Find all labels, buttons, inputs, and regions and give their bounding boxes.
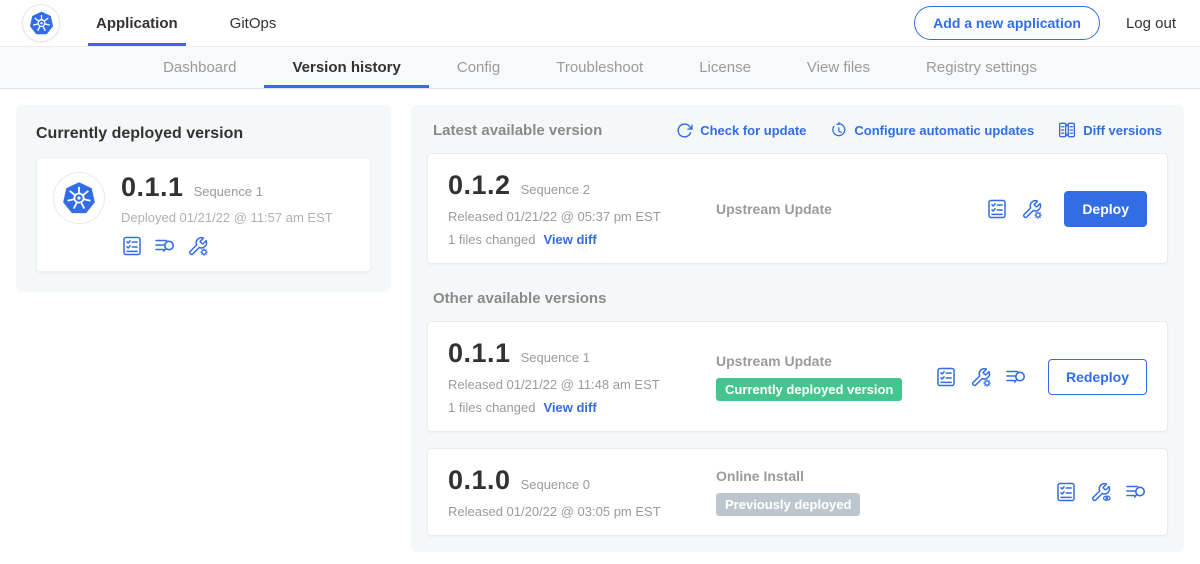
subnav-tab-license[interactable]: License — [671, 47, 779, 88]
version-number: 0.1.0 — [448, 465, 511, 496]
version-actions: Check for update Configure automatic upd… — [676, 121, 1162, 139]
other-versions-title: Other available versions — [433, 290, 1162, 307]
version-info: 0.1.1 Sequence 1 Released 01/21/22 @ 11:… — [448, 338, 700, 415]
add-new-application-button[interactable]: Add a new application — [914, 6, 1100, 40]
version-number: 0.1.2 — [448, 170, 511, 201]
subnav-tab-config[interactable]: Config — [429, 47, 528, 88]
preflight-results-icon[interactable] — [1005, 366, 1027, 388]
subnav-tab-version-history[interactable]: Version history — [264, 47, 428, 88]
currently-deployed-badge: Currently deployed version — [716, 378, 902, 401]
subnav-tab-view-files[interactable]: View files — [779, 47, 898, 88]
tab-gitops[interactable]: GitOps — [222, 0, 285, 46]
version-row-0-1-0: 0.1.0 Sequence 0 Released 01/20/22 @ 03:… — [427, 448, 1168, 536]
version-source: Upstream Update Currently deployed versi… — [700, 353, 935, 401]
release-notes-icon[interactable] — [935, 366, 957, 388]
tab-application[interactable]: Application — [88, 0, 186, 46]
files-changed-label: 1 files changed — [448, 400, 535, 415]
deployed-timestamp: Deployed 01/21/22 @ 11:57 am EST — [121, 210, 333, 225]
topbar-right: Add a new application Log out — [914, 0, 1176, 46]
subnav-tab-dashboard[interactable]: Dashboard — [135, 47, 264, 88]
sequence-label: Sequence 2 — [521, 182, 590, 197]
app-subnav: Dashboard Version history Config Trouble… — [0, 46, 1200, 89]
latest-version-title: Latest available version — [433, 122, 602, 139]
source-label: Upstream Update — [716, 201, 986, 217]
view-diff-link[interactable]: View diff — [543, 232, 596, 247]
app-logo — [53, 172, 105, 224]
preflight-results-icon[interactable] — [1125, 481, 1147, 503]
deployed-action-icons — [121, 235, 333, 257]
check-for-update-link[interactable]: Check for update — [676, 122, 806, 139]
logout-button[interactable]: Log out — [1126, 15, 1176, 32]
sequence-label: Sequence 0 — [521, 477, 590, 492]
deploy-button[interactable]: Deploy — [1064, 191, 1147, 227]
version-info: 0.1.2 Sequence 2 Released 01/21/22 @ 05:… — [448, 170, 700, 247]
preflight-results-icon[interactable] — [154, 235, 176, 257]
version-source: Upstream Update — [700, 201, 986, 217]
check-for-update-label: Check for update — [700, 123, 806, 138]
deployed-sequence-label: Sequence 1 — [194, 184, 263, 199]
top-tabs: Application GitOps — [88, 0, 284, 46]
currently-deployed-card: Currently deployed version — [16, 105, 391, 292]
kubernetes-logo — [22, 4, 60, 42]
deployed-card-title: Currently deployed version — [36, 125, 371, 143]
released-timestamp: Released 01/21/22 @ 05:37 pm EST — [448, 209, 700, 224]
version-info: 0.1.0 Sequence 0 Released 01/20/22 @ 03:… — [448, 465, 700, 519]
subnav-tab-troubleshoot[interactable]: Troubleshoot — [528, 47, 671, 88]
kots-admin-page: Application GitOps Add a new application… — [0, 0, 1200, 564]
version-history-panel: Latest available version Check for updat… — [411, 105, 1184, 552]
deployed-info: 0.1.1 Sequence 1 Deployed 01/21/22 @ 11:… — [121, 172, 333, 257]
files-changed-label: 1 files changed — [448, 232, 535, 247]
diff-versions-link[interactable]: Diff versions — [1058, 121, 1162, 139]
configure-automatic-updates-link[interactable]: Configure automatic updates — [830, 122, 1034, 139]
redeploy-button[interactable]: Redeploy — [1048, 359, 1147, 395]
kubernetes-app-icon — [61, 180, 97, 217]
subnav-tab-registry-settings[interactable]: Registry settings — [898, 47, 1065, 88]
edit-config-icon[interactable] — [1021, 198, 1043, 220]
main-content: Currently deployed version — [0, 89, 1200, 564]
refresh-icon — [676, 122, 693, 139]
source-label: Upstream Update — [716, 353, 935, 369]
sequence-label: Sequence 1 — [521, 350, 590, 365]
latest-version-header: Latest available version Check for updat… — [427, 119, 1168, 139]
released-timestamp: Released 01/20/22 @ 03:05 pm EST — [448, 504, 700, 519]
version-source: Online Install Previously deployed — [700, 468, 1055, 516]
previously-deployed-badge: Previously deployed — [716, 493, 860, 516]
diff-versions-label: Diff versions — [1083, 123, 1162, 138]
configure-automatic-updates-label: Configure automatic updates — [854, 123, 1034, 138]
version-actions-cell: Deploy — [986, 191, 1147, 227]
release-notes-icon[interactable] — [121, 235, 143, 257]
view-config-icon[interactable] — [1090, 481, 1112, 503]
version-row-0-1-1: 0.1.1 Sequence 1 Released 01/21/22 @ 11:… — [427, 321, 1168, 432]
view-diff-link[interactable]: View diff — [543, 400, 596, 415]
deployed-version-number: 0.1.1 — [121, 172, 184, 203]
released-timestamp: Released 01/21/22 @ 11:48 am EST — [448, 377, 700, 392]
edit-config-icon[interactable] — [970, 366, 992, 388]
deployed-version-tile: 0.1.1 Sequence 1 Deployed 01/21/22 @ 11:… — [36, 157, 371, 272]
diff-icon — [1058, 121, 1076, 139]
release-notes-icon[interactable] — [986, 198, 1008, 220]
version-actions-cell — [1055, 481, 1147, 503]
top-nav-bar: Application GitOps Add a new application… — [0, 0, 1200, 46]
version-row-0-1-2: 0.1.2 Sequence 2 Released 01/21/22 @ 05:… — [427, 153, 1168, 264]
source-label: Online Install — [716, 468, 1055, 484]
kubernetes-logo-icon — [28, 10, 55, 37]
edit-config-icon[interactable] — [187, 235, 209, 257]
clock-refresh-icon — [830, 122, 847, 139]
release-notes-icon[interactable] — [1055, 481, 1077, 503]
version-number: 0.1.1 — [448, 338, 511, 369]
version-actions-cell: Redeploy — [935, 359, 1147, 395]
